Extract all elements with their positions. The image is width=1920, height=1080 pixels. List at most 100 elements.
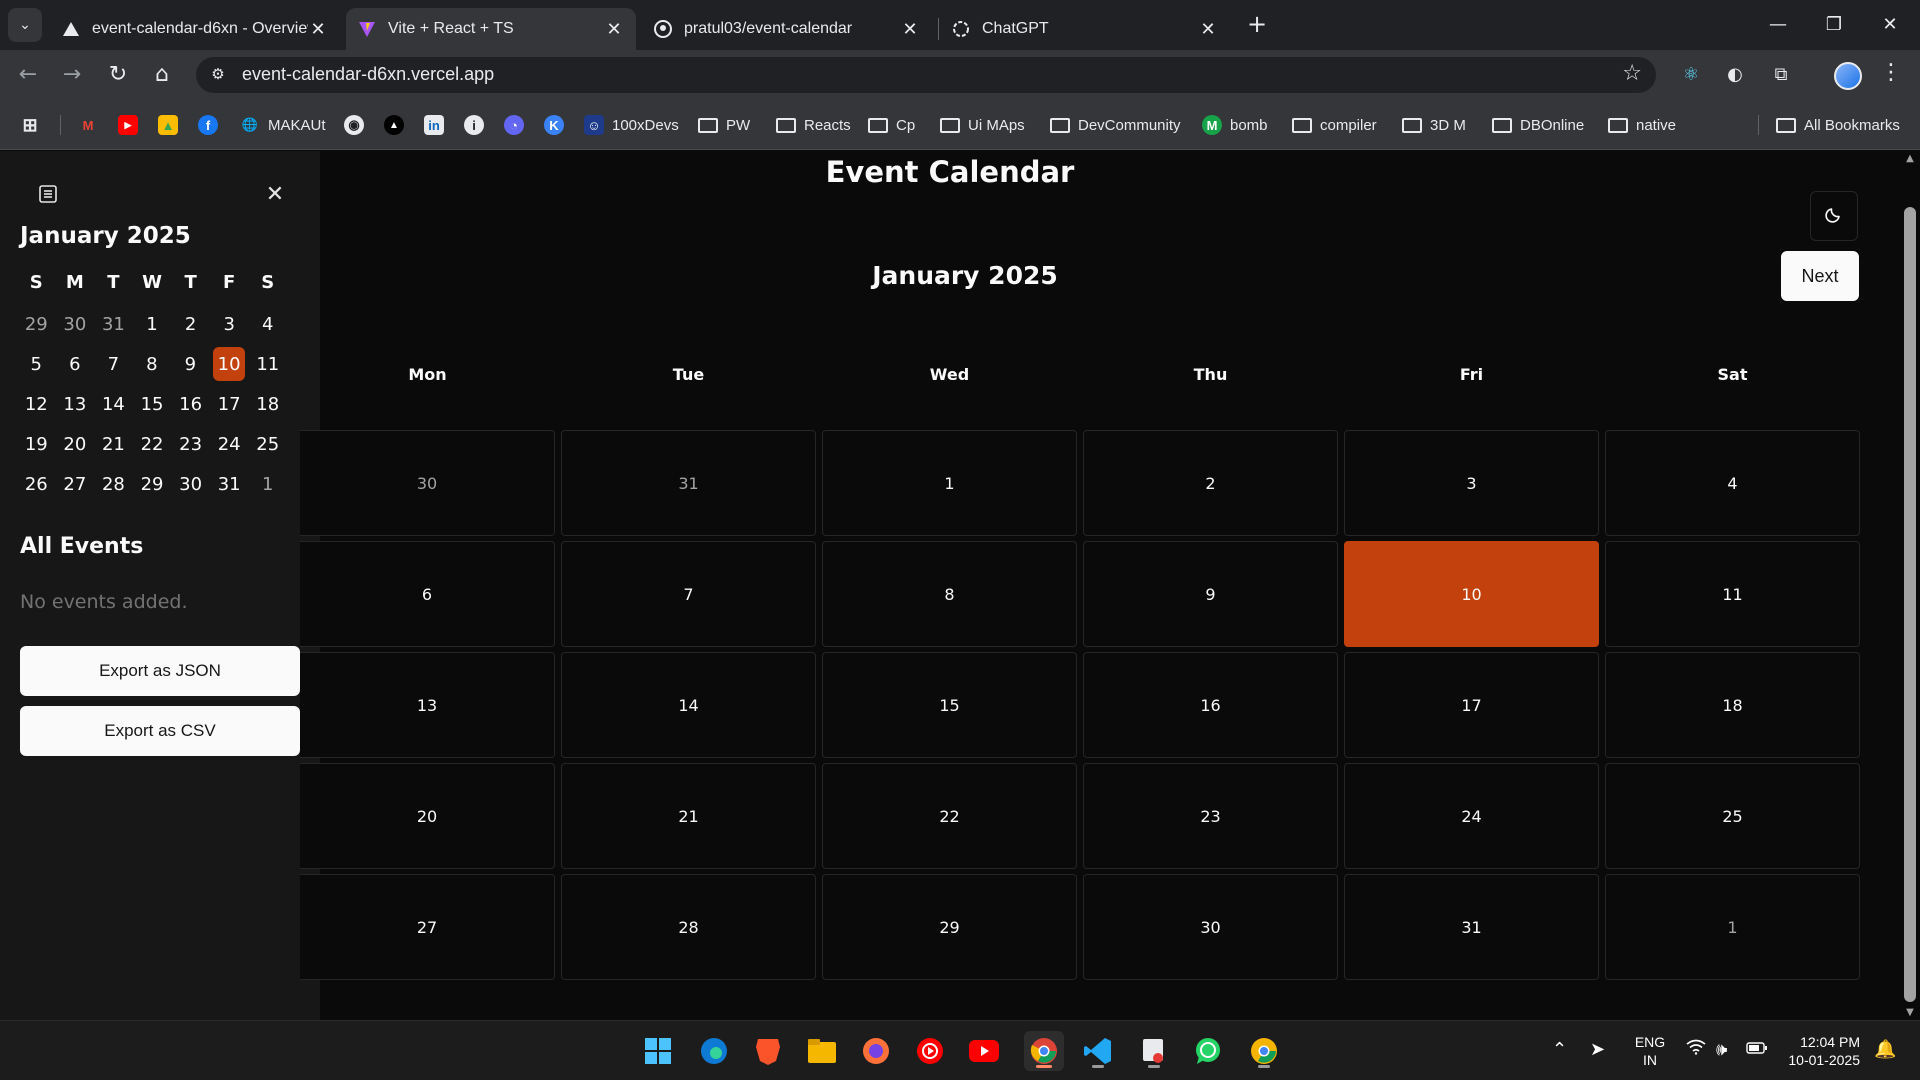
apps-grid-icon[interactable]: ⊞ [20,113,48,137]
day-cell[interactable]: 22 [822,763,1077,869]
chrome-icon[interactable] [1024,1031,1064,1071]
mini-day[interactable]: 12 [17,387,56,421]
mini-day[interactable]: 18 [248,387,287,421]
bookmark-vercel[interactable]: ▲ [384,113,412,137]
youtube-music-icon[interactable] [910,1031,950,1071]
mini-day[interactable]: 23 [171,427,210,461]
bookmark-100xdevs[interactable]: ☺ 100xDevs [584,113,679,137]
bookmark-folder-cp[interactable]: Cp [868,113,915,137]
bookmark-app-2[interactable]: K [544,113,572,137]
day-cell[interactable]: 30 [1083,874,1338,980]
export-json-button[interactable]: Export as JSON [20,646,300,696]
day-cell[interactable]: 23 [1083,763,1338,869]
close-icon[interactable]: ✕ [900,19,920,40]
day-cell[interactable]: 30 [300,430,555,536]
day-cell[interactable]: 1 [822,430,1077,536]
vscode-icon[interactable] [1078,1031,1118,1071]
close-window-button[interactable]: ✕ [1870,10,1910,40]
day-cell[interactable]: 2 [1083,430,1338,536]
bookmark-folder-compiler[interactable]: compiler [1292,113,1377,137]
mini-day[interactable]: 31 [210,467,249,501]
mini-day[interactable]: 4 [248,307,287,341]
chrome-canary-icon[interactable] [1244,1031,1284,1071]
close-icon[interactable]: ✕ [1198,19,1218,40]
address-bar[interactable]: ⚙ event-calendar-d6xn.vercel.app ☆ [196,57,1656,93]
tab-github[interactable]: pratul03/event-calendar ✕ [642,8,932,50]
day-cell[interactable]: 9 [1083,541,1338,647]
profile-avatar[interactable] [1834,62,1862,90]
close-icon[interactable]: ✕ [308,19,328,40]
tab-search-button[interactable]: ⌄ [8,8,42,42]
all-bookmarks[interactable]: All Bookmarks [1776,113,1900,137]
mini-day[interactable]: 7 [94,347,133,381]
mini-day[interactable]: 20 [56,427,95,461]
mini-day[interactable]: 3 [210,307,249,341]
bookmark-photos[interactable]: ▲ [158,113,186,137]
day-cell[interactable]: 3 [1344,430,1599,536]
bookmark-gmail[interactable]: M [78,113,106,137]
day-cell[interactable]: 20 [300,763,555,869]
mini-day[interactable]: 1 [248,467,287,501]
bookmark-folder-pw[interactable]: PW [698,113,750,137]
language-indicator[interactable]: ENG IN [1628,1033,1672,1069]
windows-start-icon[interactable] [638,1031,678,1071]
bookmark-folder-native[interactable]: native [1608,113,1676,137]
bookmark-app[interactable]: ◔ [504,113,532,137]
bookmark-youtube[interactable]: ▶ [118,113,146,137]
day-cell[interactable]: 25 [1605,763,1860,869]
day-cell[interactable]: 7 [561,541,816,647]
bookmark-star-icon[interactable]: ☆ [1622,61,1642,86]
scroll-down-icon[interactable]: ▼ [1904,1007,1916,1018]
mini-day[interactable]: 21 [94,427,133,461]
reload-button[interactable]: ↻ [102,60,134,90]
bookmark-github[interactable]: ◉ [344,113,372,137]
sidebar-close-button[interactable]: ✕ [262,182,288,208]
url-text[interactable]: event-calendar-d6xn.vercel.app [242,64,494,85]
browser-menu-icon[interactable]: ⋮ [1880,60,1902,85]
bookmark-folder-3dm[interactable]: 3D M [1402,113,1466,137]
extensions-puzzle-icon[interactable]: ⧉ [1768,62,1794,88]
tab-chatgpt[interactable]: ChatGPT ✕ [940,8,1230,50]
bookmark-linkedin[interactable]: in [424,113,452,137]
bookmark-bomb[interactable]: Mbomb [1202,113,1268,137]
whatsapp-icon[interactable] [1188,1031,1228,1071]
day-cell[interactable]: 16 [1083,652,1338,758]
snipping-tool-icon[interactable] [1134,1031,1174,1071]
battery-icon[interactable] [1746,1039,1768,1060]
wifi-icon[interactable] [1686,1039,1706,1060]
location-icon[interactable]: ➤ [1590,1039,1605,1060]
mini-day[interactable]: 28 [94,467,133,501]
edge-icon[interactable] [694,1031,734,1071]
mini-day[interactable]: 1 [133,307,172,341]
mini-day[interactable]: 16 [171,387,210,421]
system-clock[interactable]: 12:04 PM 10-01-2025 [1770,1033,1860,1069]
mini-day-today[interactable]: 10 [212,347,246,381]
day-cell[interactable]: 1 [1605,874,1860,980]
mini-day[interactable]: 24 [210,427,249,461]
back-button[interactable]: ← [12,60,44,90]
day-cell[interactable]: 27 [300,874,555,980]
chevron-up-icon[interactable]: ⌃ [1552,1039,1567,1060]
close-icon[interactable]: ✕ [604,19,624,40]
new-tab-button[interactable]: + [1244,12,1270,38]
day-cell[interactable]: 15 [822,652,1077,758]
scrollbar-thumb[interactable] [1904,207,1916,1002]
next-month-button[interactable]: Next [1781,251,1859,301]
day-cell[interactable]: 4 [1605,430,1860,536]
minimize-button[interactable]: — [1758,10,1798,40]
export-csv-button[interactable]: Export as CSV [20,706,300,756]
mini-day[interactable]: 11 [249,347,288,381]
brave-icon[interactable] [748,1031,788,1071]
day-cell[interactable]: 6 [300,541,555,647]
mini-day[interactable]: 14 [94,387,133,421]
tab-vercel[interactable]: event-calendar-d6xn - Overview ✕ [50,8,340,50]
day-cell[interactable]: 31 [1344,874,1599,980]
day-cell[interactable]: 18 [1605,652,1860,758]
bookmark-folder-dbonline[interactable]: DBOnline [1492,113,1584,137]
bookmark-facebook[interactable]: f [198,113,226,137]
mini-day[interactable]: 30 [56,307,95,341]
bookmark-makaut[interactable]: 🌐 MAKAUt [240,113,326,137]
volume-icon[interactable]: 🕪 [1716,1039,1727,1060]
file-explorer-icon[interactable] [802,1031,842,1071]
scroll-up-icon[interactable]: ▲ [1904,153,1916,164]
